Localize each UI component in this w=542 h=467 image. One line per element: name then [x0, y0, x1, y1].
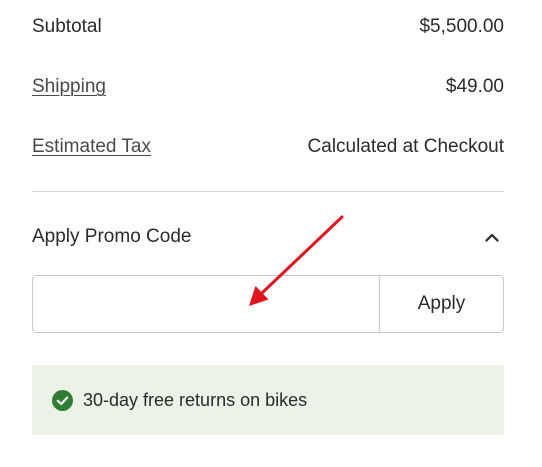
free-returns-text: 30-day free returns on bikes: [83, 389, 308, 410]
shipping-value: $49.00: [445, 76, 504, 97]
order-summary: Subtotal $5,500.00 Shipping $49.00 Estim…: [32, 0, 504, 435]
subtotal-label: Subtotal: [32, 16, 102, 37]
estimated-tax-link[interactable]: Estimated Tax: [32, 136, 151, 158]
chevron-up-icon[interactable]: [480, 225, 504, 249]
subtotal-row: Subtotal $5,500.00: [32, 0, 504, 57]
promo-code-form: Apply: [32, 275, 504, 333]
estimated-tax-row: Estimated Tax Calculated at Checkout: [32, 117, 504, 177]
promo-code-header-label: Apply Promo Code: [32, 226, 192, 247]
estimated-tax-value: Calculated at Checkout: [307, 136, 504, 157]
shipping-row: Shipping $49.00: [32, 57, 504, 117]
check-circle-icon: [52, 389, 73, 411]
free-returns-banner: 30-day free returns on bikes: [32, 365, 504, 435]
apply-promo-button[interactable]: Apply: [379, 276, 503, 332]
shipping-link[interactable]: Shipping: [32, 76, 106, 98]
promo-code-toggle[interactable]: Apply Promo Code: [32, 207, 504, 267]
subtotal-value: $5,500.00: [419, 16, 504, 37]
summary-divider: [32, 191, 504, 192]
promo-code-input[interactable]: [33, 276, 379, 332]
